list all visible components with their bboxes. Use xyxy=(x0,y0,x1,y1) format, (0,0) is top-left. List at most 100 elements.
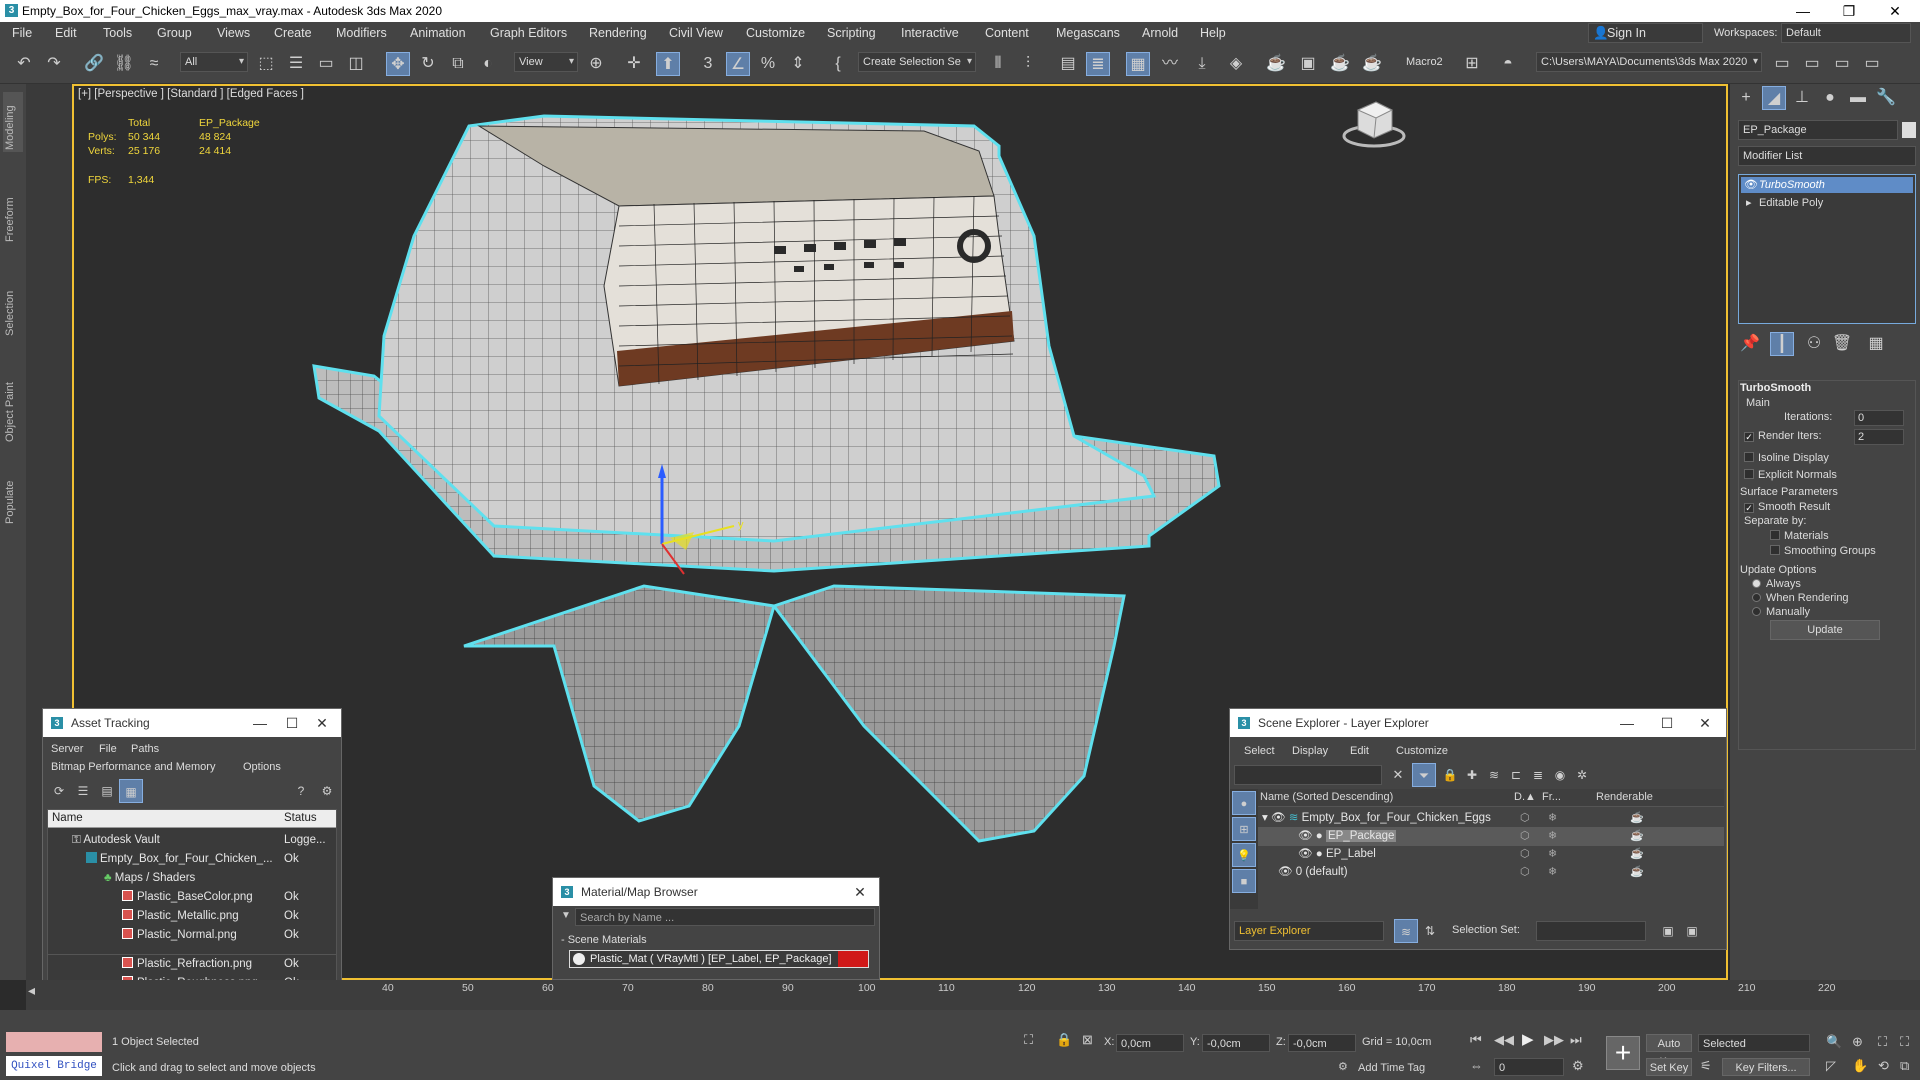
rotate-icon[interactable]: ↻ xyxy=(416,52,440,76)
play-icon[interactable]: ▶ xyxy=(1522,1030,1534,1048)
utilities-tab-icon[interactable]: 🔧 xyxy=(1874,86,1898,110)
menu-edit[interactable]: Edit xyxy=(55,22,77,44)
col-name[interactable]: Name xyxy=(52,812,83,824)
time-config-icon[interactable]: ⚙ xyxy=(1572,1058,1584,1074)
tab-modeling[interactable]: Modeling xyxy=(4,105,16,150)
render-setup-icon[interactable]: ☕ xyxy=(1264,52,1288,76)
asset-row-normal[interactable]: Plastic_Normal.png xyxy=(122,926,237,945)
camera-view-icon[interactable]: ■ xyxy=(1232,869,1256,893)
project-path-dropdown[interactable]: C:\Users\MAYA\Documents\3ds Max 2020 xyxy=(1536,52,1762,72)
move-icon[interactable]: ✥ xyxy=(386,52,410,76)
menu-graph-editors[interactable]: Graph Editors xyxy=(490,22,567,44)
selection-lock-icon[interactable]: 🔒 xyxy=(1056,1032,1072,1048)
asset-menu-server[interactable]: Server xyxy=(51,743,83,755)
absolute-mode-icon[interactable]: ⊠ xyxy=(1082,1032,1093,1048)
asset-menu-paths[interactable]: Paths xyxy=(131,743,159,755)
mirror-icon[interactable]: ⫴ xyxy=(986,52,1010,76)
scene-row-ep-package[interactable]: 👁 ● EP_Package xyxy=(1258,827,1724,846)
menu-tools[interactable]: Tools xyxy=(103,22,132,44)
lock-icon[interactable]: 🔒 xyxy=(1438,763,1462,787)
zoom-extents-icon[interactable]: ⛶ xyxy=(1878,1034,1887,1050)
list-view-icon[interactable]: ☰ xyxy=(71,779,95,803)
keyboard-shortcut-override-icon[interactable]: ⬆ xyxy=(656,52,680,76)
pivot-center-icon[interactable]: ⊕ xyxy=(584,52,608,76)
place-icon[interactable]: ◐ xyxy=(476,52,500,76)
sort-icon[interactable]: ⇅ xyxy=(1418,919,1442,943)
scene-row-group[interactable]: ▾ 👁 ≋ Empty_Box_for_Four_Chicken_Eggs xyxy=(1258,809,1724,828)
table-view-icon[interactable]: ▦ xyxy=(119,779,143,803)
asset-menu-bitmap[interactable]: Bitmap Performance and Memory xyxy=(51,761,215,773)
toggle-ribbon-icon[interactable]: ▦ xyxy=(1126,52,1150,76)
tab-freeform[interactable]: Freeform xyxy=(4,197,16,242)
sign-in-dropdown[interactable]: 👤 Sign In xyxy=(1588,23,1703,43)
scene-row-ep-label[interactable]: 👁 ● EP_Label xyxy=(1258,845,1724,864)
link-icon[interactable]: 🔗 xyxy=(82,52,106,76)
isoline-checkbox[interactable] xyxy=(1744,452,1754,462)
asset-row-refraction[interactable]: Plastic_Refraction.png xyxy=(122,955,252,974)
smooth-result-toggle[interactable]: ✓ Smooth Result xyxy=(1744,501,1830,513)
asset-row-basecolor[interactable]: Plastic_BaseColor.png xyxy=(122,888,253,907)
key-selection-dropdown[interactable]: Selected xyxy=(1698,1034,1810,1052)
add-layer-icon[interactable]: ✚ xyxy=(1460,763,1484,787)
macro-label[interactable]: Macro2 xyxy=(1406,56,1443,68)
help-icon[interactable]: ? xyxy=(289,779,313,803)
stack-item-turbosmooth[interactable]: 👁 TurboSmooth xyxy=(1741,177,1913,193)
render-iters-toggle[interactable]: ✓ Render Iters: xyxy=(1744,430,1822,442)
key-mode-icon[interactable]: ⇔ xyxy=(1470,1058,1483,1073)
scene-menu-customize[interactable]: Customize xyxy=(1396,745,1448,757)
object-name-field[interactable]: EP_Package xyxy=(1738,120,1898,140)
menu-arnold[interactable]: Arnold xyxy=(1142,22,1178,44)
menu-civil-view[interactable]: Civil View xyxy=(669,22,723,44)
eye-icon[interactable]: 👁 xyxy=(1271,812,1289,824)
scene-explorer-titlebar[interactable]: 3 Scene Explorer - Layer Explorer — ☐ ✕ xyxy=(1230,709,1726,737)
percent-snap-icon[interactable]: % xyxy=(756,52,780,76)
tab-selection[interactable]: Selection xyxy=(4,291,16,336)
scene-row-default-layer[interactable]: 👁 0 (default) xyxy=(1258,863,1724,882)
selection-set-dropdown[interactable] xyxy=(1536,921,1646,941)
scale-icon[interactable]: ⧉ xyxy=(446,52,470,76)
isolate-selection-icon[interactable]: ⛶ xyxy=(1024,1032,1033,1048)
display-tab-icon[interactable]: ▬ xyxy=(1846,86,1870,110)
select-manipulate-icon[interactable]: ✛ xyxy=(622,52,646,76)
visibility-icon[interactable]: ◉ xyxy=(1548,763,1572,787)
menu-megascans[interactable]: Megascans xyxy=(1056,22,1120,44)
select-object-icon[interactable]: ⬚ xyxy=(254,52,278,76)
bind-spacewarp-icon[interactable]: ≈ xyxy=(142,52,166,76)
maxscript-listener[interactable] xyxy=(6,1032,102,1052)
update-when-rendering-option[interactable]: When Rendering xyxy=(1752,592,1849,604)
explicit-normals-checkbox[interactable] xyxy=(1744,469,1754,479)
menu-file[interactable]: File xyxy=(12,22,32,44)
pin-stack-icon[interactable]: 📌 xyxy=(1738,332,1762,356)
layer-view-icon[interactable]: ● xyxy=(1232,791,1256,815)
asset-maximize-button[interactable]: ☐ xyxy=(277,709,307,737)
current-frame-field[interactable]: 0 xyxy=(1494,1058,1564,1076)
expand-arrow-icon[interactable]: ▸ xyxy=(1746,195,1752,211)
project-folder-icon[interactable]: ▭ xyxy=(1770,52,1794,76)
tree-view-icon[interactable]: ▤ xyxy=(95,779,119,803)
scene-close-button[interactable]: ✕ xyxy=(1690,709,1720,737)
material-browser-titlebar[interactable]: 3 Material/Map Browser ✕ xyxy=(553,878,879,906)
rollout-title[interactable]: TurboSmooth xyxy=(1740,382,1811,394)
explorer-type-dropdown[interactable]: Layer Explorer xyxy=(1234,921,1384,941)
layer-explorer-icon[interactable]: ≣ xyxy=(1086,52,1110,76)
refresh-icon[interactable]: ⟳ xyxy=(47,779,71,803)
smooth-result-checkbox[interactable]: ✓ xyxy=(1744,503,1754,513)
time-tag-icon[interactable]: ⚙ xyxy=(1338,1060,1348,1073)
viewcube-icon[interactable] xyxy=(1336,94,1416,156)
col-freeze[interactable]: Fr... xyxy=(1542,791,1561,803)
scene-explorer-icon[interactable]: ▤ xyxy=(1056,52,1080,76)
menu-content[interactable]: Content xyxy=(985,22,1029,44)
object-color-swatch[interactable] xyxy=(1902,122,1916,138)
x-coordinate-field[interactable]: 0,0cm xyxy=(1116,1034,1184,1052)
asset-close-button[interactable]: ✕ xyxy=(307,709,337,737)
scene-materials-header[interactable]: - Scene Materials xyxy=(561,934,647,946)
col-renderable[interactable]: Renderable xyxy=(1596,791,1653,803)
scene-minimize-button[interactable]: — xyxy=(1612,709,1642,737)
make-unique-icon[interactable]: ⚇ xyxy=(1802,332,1826,356)
menu-animation[interactable]: Animation xyxy=(410,22,466,44)
restore-button[interactable]: ❐ xyxy=(1826,0,1872,22)
set-keys-icon[interactable]: + xyxy=(1606,1036,1640,1070)
eye-icon[interactable]: 👁 xyxy=(1298,848,1316,860)
material-search-input[interactable]: Search by Name ... xyxy=(575,908,875,926)
render-iters-checkbox[interactable]: ✓ xyxy=(1744,432,1754,442)
